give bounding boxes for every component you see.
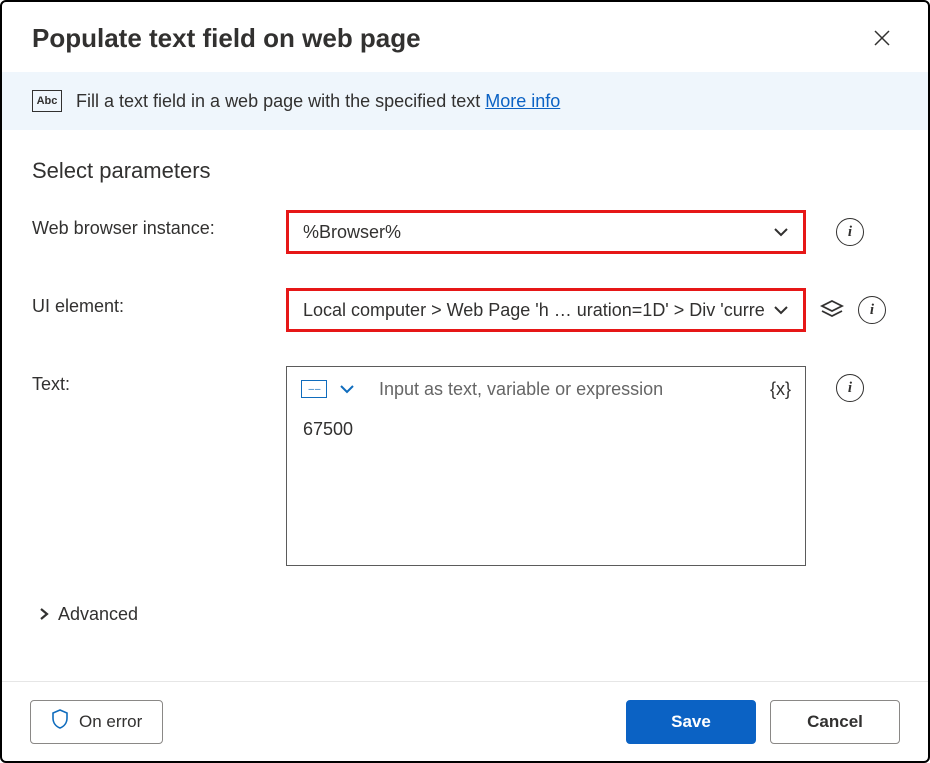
insert-variable-button[interactable]: {x}: [770, 379, 791, 400]
chevron-right-icon: [38, 604, 50, 625]
on-error-label: On error: [79, 712, 142, 732]
cancel-button[interactable]: Cancel: [770, 700, 900, 744]
browser-select[interactable]: %Browser%: [286, 210, 806, 254]
param-row-text: Text: – – Input as text, variable or exp…: [32, 366, 898, 566]
ui-element-field-col: Local computer > Web Page 'h … uration=1…: [286, 288, 898, 332]
advanced-label: Advanced: [58, 604, 138, 625]
text-mode-icon[interactable]: – –: [301, 380, 327, 398]
chevron-down-icon[interactable]: [339, 381, 355, 397]
browser-field-col: %Browser% i: [286, 210, 898, 254]
chevron-down-icon: [773, 302, 789, 318]
info-icon[interactable]: i: [836, 374, 864, 402]
info-icon[interactable]: i: [858, 296, 886, 324]
info-text: Fill a text field in a web page with the…: [76, 91, 485, 111]
info-bar: Abc Fill a text field in a web page with…: [2, 72, 928, 130]
ui-element-label: UI element:: [32, 288, 262, 317]
abc-icon: Abc: [32, 90, 62, 112]
chevron-down-icon: [773, 224, 789, 240]
browser-value: %Browser%: [303, 222, 401, 243]
text-input-toolbar: – – Input as text, variable or expressio…: [287, 367, 805, 411]
layers-icon: [820, 298, 844, 322]
advanced-toggle[interactable]: Advanced: [32, 600, 138, 635]
section-heading: Select parameters: [32, 158, 898, 184]
browser-label: Web browser instance:: [32, 210, 262, 239]
save-button[interactable]: Save: [626, 700, 756, 744]
dialog-header: Populate text field on web page: [2, 2, 928, 72]
info-icon[interactable]: i: [836, 218, 864, 246]
dialog-footer: On error Save Cancel: [2, 681, 928, 761]
text-placeholder: Input as text, variable or expression: [379, 379, 758, 400]
footer-actions: Save Cancel: [626, 700, 900, 744]
dialog: Populate text field on web page Abc Fill…: [0, 0, 930, 763]
info-text-wrap: Fill a text field in a web page with the…: [76, 91, 560, 112]
text-field-col: – – Input as text, variable or expressio…: [286, 366, 898, 566]
ui-element-value: Local computer > Web Page 'h … uration=1…: [303, 300, 765, 321]
close-icon: [873, 29, 891, 47]
close-button[interactable]: [866, 22, 898, 54]
param-row-ui-element: UI element: Local computer > Web Page 'h…: [32, 288, 898, 332]
shield-icon: [51, 709, 69, 734]
dialog-title: Populate text field on web page: [32, 23, 421, 54]
dialog-body: Select parameters Web browser instance: …: [2, 130, 928, 681]
ui-element-picker-button[interactable]: [820, 298, 844, 322]
text-label: Text:: [32, 366, 262, 395]
on-error-button[interactable]: On error: [30, 700, 163, 744]
more-info-link[interactable]: More info: [485, 91, 560, 111]
text-value[interactable]: 67500: [287, 411, 805, 448]
ui-element-select[interactable]: Local computer > Web Page 'h … uration=1…: [286, 288, 806, 332]
text-input[interactable]: – – Input as text, variable or expressio…: [286, 366, 806, 566]
param-row-browser: Web browser instance: %Browser% i: [32, 210, 898, 254]
